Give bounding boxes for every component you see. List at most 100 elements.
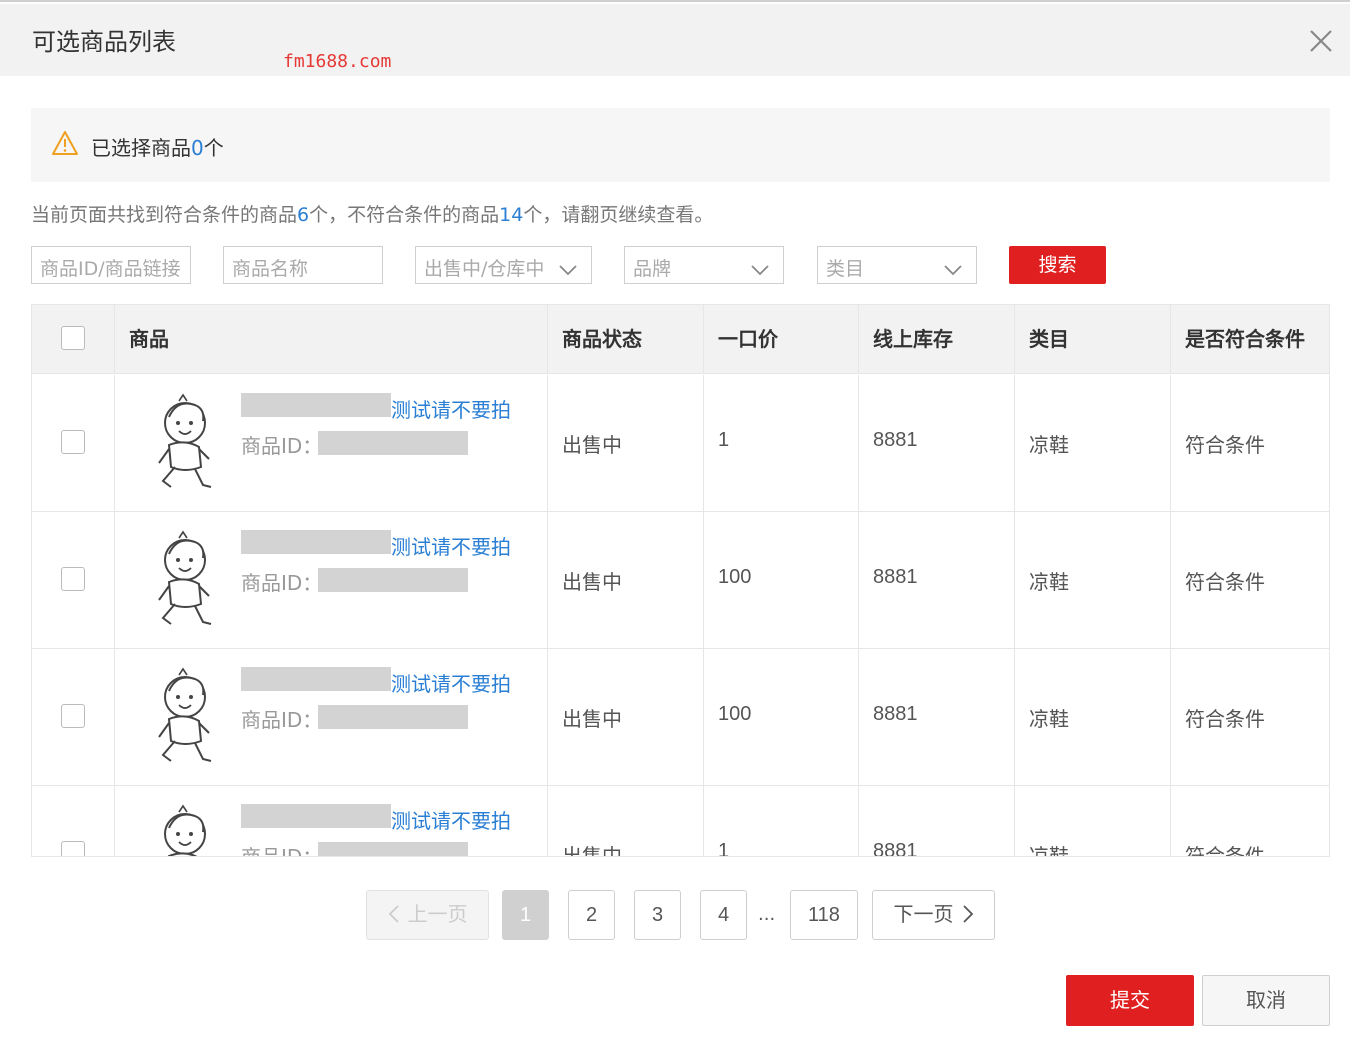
stock-cell: 8881 (858, 512, 1014, 648)
row-checkbox-cell (32, 786, 114, 856)
price-cell-text: 1 (718, 429, 730, 451)
eligible-cell: 符合条件 (1170, 786, 1329, 857)
prev-page-button[interactable]: 上一页 (366, 890, 489, 940)
column-header-stock: 线上库存 (858, 305, 1014, 374)
product-cell: 测试请不要拍商品ID： (114, 649, 547, 785)
eligible-cell: 符合条件 (1170, 375, 1329, 511)
pagination-ellipsis: ... (758, 904, 776, 925)
status-select[interactable]: 出售中/仓库中 (415, 246, 592, 284)
price-cell-text: 1 (718, 840, 730, 857)
category-select[interactable]: 类目 (817, 246, 977, 284)
column-header-price: 一口价 (703, 305, 858, 374)
status-cell-text: 出售中 (562, 433, 622, 457)
select-all-checkbox[interactable] (61, 326, 85, 350)
brand-select[interactable]: 品牌 (624, 246, 784, 284)
stock-cell-text: 8881 (873, 703, 918, 725)
price-cell-text: 100 (718, 566, 752, 588)
stock-cell: 8881 (858, 649, 1014, 785)
header-checkbox-cell (32, 305, 114, 374)
eligible-cell-text: 符合条件 (1185, 570, 1265, 594)
table-row: 测试请不要拍商品ID： 出售中 1 8881 凉鞋 符合条件 (32, 375, 1329, 512)
row-checkbox[interactable] (61, 430, 85, 454)
eligible-cell-text: 符合条件 (1185, 707, 1265, 731)
status-cell: 出售中 (547, 786, 703, 857)
product-thumbnail[interactable] (155, 667, 219, 767)
row-checkbox[interactable] (61, 704, 85, 728)
product-cell: 测试请不要拍商品ID： (114, 512, 547, 648)
product-select-dialog: 可选商品列表 fm1688.com 已选择商品0个 当前页面共找到符合条件的商品… (0, 0, 1350, 1057)
row-checkbox[interactable] (61, 567, 85, 591)
next-page-label: 下一页 (893, 904, 954, 926)
category-cell: 凉鞋 (1014, 375, 1170, 511)
product-id-label: 商品ID： (241, 434, 323, 458)
category-cell-text: 凉鞋 (1029, 844, 1069, 857)
match-count: 6 (297, 204, 310, 226)
dialog-title: 可选商品列表 (32, 28, 176, 56)
column-header-status: 商品状态 (547, 305, 703, 374)
product-cell: 测试请不要拍商品ID： (114, 375, 547, 511)
redacted-product-id (318, 705, 468, 729)
column-header-category: 类目 (1014, 305, 1170, 374)
table-row: 测试请不要拍 商品ID： 出售中 100 8881 凉鞋 符合条件 (32, 512, 1329, 649)
status-cell: 出售中 (547, 512, 703, 648)
selected-count-text: 已选择商品0个 (91, 136, 224, 160)
category-cell-text: 凉鞋 (1029, 707, 1069, 731)
redacted-product-id (318, 568, 468, 592)
redacted-product-name (241, 804, 391, 828)
search-summary: 当前页面共找到符合条件的商品6个，不符合条件的商品14个，请翻页继续查看。 (31, 204, 714, 226)
page-button-last[interactable]: 118 (790, 890, 858, 940)
category-cell: 凉鞋 (1014, 649, 1170, 785)
table-header: 商品 商品状态 一口价 线上库存 类目 是否符合条件 (32, 305, 1329, 374)
selected-notice: 已选择商品0个 (31, 108, 1330, 182)
chevron-down-icon (944, 259, 962, 276)
chevron-down-icon (751, 259, 769, 276)
cancel-button[interactable]: 取消 (1202, 975, 1330, 1026)
product-table: 商品 商品状态 一口价 线上库存 类目 是否符合条件 测试请不要拍 商品ID： 出售… (31, 304, 1330, 857)
product-name-link[interactable]: 测试请不要拍 (391, 531, 511, 560)
row-checkbox-cell (32, 375, 114, 511)
product-name-input[interactable]: 商品名称 (223, 246, 383, 284)
redacted-product-name (241, 530, 391, 554)
price-cell: 100 (703, 512, 858, 648)
eligible-cell: 符合条件 (1170, 649, 1329, 785)
page-button-4[interactable]: 4 (700, 890, 747, 940)
search-button[interactable]: 搜索 (1009, 246, 1106, 284)
next-page-button[interactable]: 下一页 (872, 890, 995, 940)
eligible-cell-text: 符合条件 (1185, 844, 1265, 857)
status-cell-text: 出售中 (562, 707, 622, 731)
product-thumbnail[interactable] (155, 530, 219, 630)
row-checkbox-cell (32, 512, 114, 648)
table-row: 测试请不要拍商品ID： 出售中 100 8881 凉鞋 符合条件 (32, 649, 1329, 786)
price-cell-text: 100 (718, 703, 752, 725)
page-button-1[interactable]: 1 (502, 890, 549, 940)
table-row: 测试请不要拍商品ID： 出售中 1 8881 凉鞋 符合条件 (32, 786, 1329, 857)
chevron-down-icon (559, 259, 577, 276)
selected-count: 0 (191, 136, 204, 160)
close-icon[interactable] (1306, 26, 1336, 56)
product-thumbnail[interactable] (155, 804, 219, 856)
product-id-label: 商品ID： (241, 708, 323, 732)
product-name-link[interactable]: 测试请不要拍 (391, 668, 511, 697)
status-cell-text: 出售中 (562, 844, 622, 857)
product-thumbnail[interactable] (155, 393, 219, 493)
category-cell-text: 凉鞋 (1029, 570, 1069, 594)
product-id-label: 商品ID： (241, 571, 323, 595)
product-id-label: 商品ID： (241, 845, 323, 857)
product-id-input[interactable]: 商品ID/商品链接 (31, 246, 191, 284)
row-checkbox[interactable] (61, 841, 85, 856)
redacted-product-id (318, 431, 468, 455)
page-button-3[interactable]: 3 (634, 890, 681, 940)
eligible-cell-text: 符合条件 (1185, 433, 1265, 457)
stock-cell: 8881 (858, 786, 1014, 856)
stock-cell-text: 8881 (873, 429, 918, 451)
submit-button[interactable]: 提交 (1066, 975, 1194, 1026)
product-name-link[interactable]: 测试请不要拍 (391, 394, 511, 423)
page-button-2[interactable]: 2 (568, 890, 615, 940)
category-cell: 凉鞋 (1014, 512, 1170, 648)
stock-cell-text: 8881 (873, 566, 918, 588)
column-header-product: 商品 (114, 305, 547, 374)
product-name-link[interactable]: 测试请不要拍 (391, 805, 511, 834)
price-cell: 100 (703, 649, 858, 785)
chevron-left-icon (388, 905, 399, 923)
stock-cell: 8881 (858, 375, 1014, 511)
